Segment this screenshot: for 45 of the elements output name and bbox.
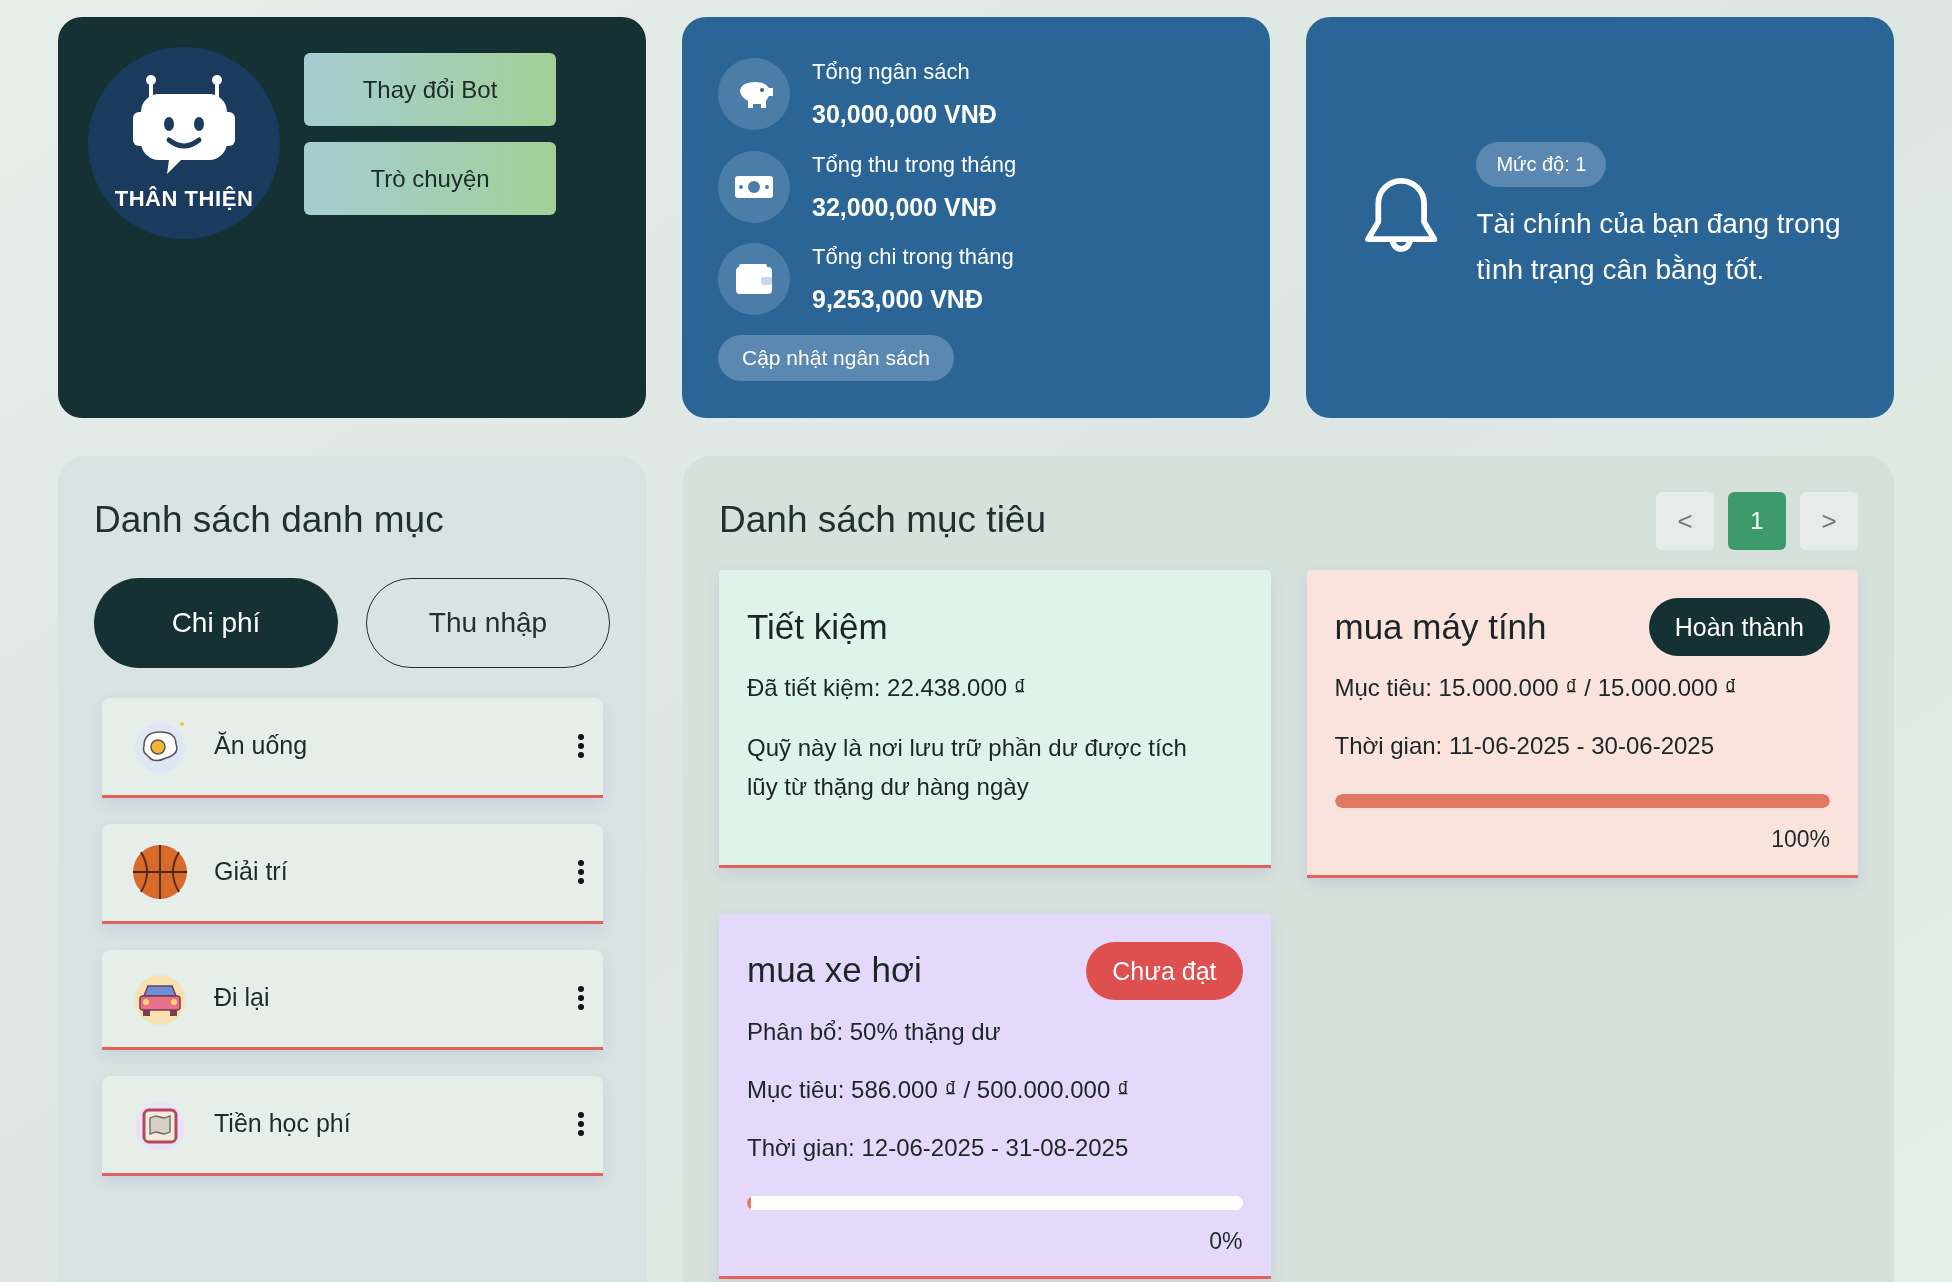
category-item[interactable]: Đi lại <box>102 949 603 1050</box>
more-icon[interactable] <box>577 1112 585 1136</box>
goal-detail: Thời gian: 11-06-2025 - 30-06-2025 <box>1334 731 1716 761</box>
status-badge: Chưa đạt <box>1086 941 1243 1000</box>
budget-label: Tổng thu trong tháng <box>812 150 1017 179</box>
budget-value: 32,000,000 VNĐ <box>812 191 998 223</box>
budget-label: Tổng ngân sách <box>812 58 971 86</box>
previous-page-button[interactable]: < <box>1656 492 1714 550</box>
basketball-icon <box>130 842 190 902</box>
wallet-icon <box>735 263 773 296</box>
goal-detail: Phân bổ: 50% thặng dư <box>747 1016 1002 1047</box>
bot-button[interactable]: Thay đổi Bot <box>304 53 556 126</box>
status-badge: Hoàn thành <box>1648 598 1830 656</box>
category-name: Tiền học phí <box>214 1108 352 1140</box>
budget-value: 30,000,000 VNĐ <box>812 99 997 130</box>
goal-detail: Mục tiêu: 586.000 ₫ / 500.000.000 ₫ <box>747 1074 1131 1105</box>
category-name: Ăn uống <box>214 730 309 762</box>
progress-percent: 0% <box>1209 1226 1243 1256</box>
goal-detail: Mục tiêu: 15.000.000 ₫ / 15.000.000 ₫ <box>1334 673 1738 703</box>
more-icon[interactable] <box>577 734 585 758</box>
category-item[interactable]: Ăn uống <box>102 697 603 798</box>
goal-description: Quỹ này là nơi lưu trữ phần dư được tích lũy từ thặng dư hàng ngày <box>747 733 1188 802</box>
category-item[interactable]: Tiền học phí <box>102 1075 603 1176</box>
more-icon[interactable] <box>577 860 585 884</box>
category-tab[interactable]: Chi phí <box>94 577 338 668</box>
category-item[interactable]: Giải trí <box>102 823 603 924</box>
goal-title: Tiết kiệm <box>747 605 888 648</box>
next-page-button[interactable]: > <box>1800 492 1858 550</box>
category-name: Giải trí <box>214 856 289 888</box>
bot-button[interactable]: Trò chuyện <box>304 142 556 215</box>
bot-label: THÂN THIỆN <box>114 184 254 213</box>
goal-detail: Thời gian: 12-06-2025 - 31-08-2025 <box>747 1132 1130 1163</box>
progress-percent: 100% <box>1771 825 1830 854</box>
panel-title: Danh sách mục tiêu <box>719 498 1046 542</box>
level-badge: Mức độ: 1 <box>1476 142 1607 187</box>
goal-title: mua máy tính <box>1334 605 1547 648</box>
update-budget-button[interactable]: Cập nhật ngân sách <box>718 334 954 381</box>
category-name: Đi lại <box>214 982 271 1014</box>
goal-title: mua xe hơi <box>747 949 922 992</box>
goal-detail: Đã tiết kiệm: 22.438.000 ₫ <box>747 673 1028 703</box>
panel-title: Danh sách danh mục <box>94 498 445 542</box>
budget-value: 9,253,000 VNĐ <box>812 284 984 315</box>
more-icon[interactable] <box>577 986 585 1010</box>
budget-label: Tổng chi trong tháng <box>812 243 1014 271</box>
status-message: Tài chính của bạn đang trong tình trạng cân bằng tốt. <box>1476 207 1842 287</box>
